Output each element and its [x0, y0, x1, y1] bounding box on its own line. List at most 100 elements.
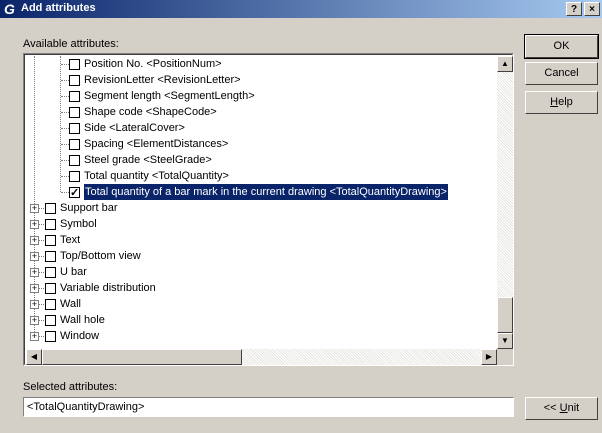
- attributes-tree[interactable]: Position No. <PositionNum> RevisionLetter…: [23, 53, 514, 366]
- tree-item[interactable]: Segment length <SegmentLength>: [26, 88, 497, 104]
- expand-plus-icon[interactable]: +: [30, 204, 39, 213]
- tree-connector: [61, 96, 69, 97]
- tree-group-label: Wall: [60, 298, 81, 310]
- tree-item-label: Total quantity of a bar mark in the curr…: [83, 183, 449, 201]
- tree-group[interactable]: + Window: [26, 328, 497, 344]
- title-bar: G Add attributes ? ×: [0, 0, 602, 18]
- tree-connector: [61, 64, 69, 65]
- tree-group-label: Top/Bottom view: [60, 250, 141, 262]
- tree-group-label: Text: [60, 234, 81, 246]
- tree-group-label: Wall hole: [60, 314, 105, 326]
- tree-item-label: RevisionLetter <RevisionLetter>: [84, 74, 241, 86]
- tree-item-label: Segment length <SegmentLength>: [84, 90, 255, 102]
- expand-plus-icon[interactable]: +: [30, 300, 39, 309]
- tree-group[interactable]: + Wall: [26, 296, 497, 312]
- tree-group-label: U bar: [60, 266, 87, 278]
- tree-connector: [61, 128, 69, 129]
- scroll-down-button[interactable]: ▼: [497, 333, 513, 349]
- app-logo-icon: G: [4, 1, 15, 17]
- expand-plus-icon[interactable]: +: [30, 284, 39, 293]
- ok-button[interactable]: OK: [524, 34, 599, 59]
- tree-item[interactable]: Total quantity <TotalQuantity>: [26, 168, 497, 184]
- selected-attributes-label: Selected attributes:: [23, 381, 118, 393]
- tree-item[interactable]: Spacing <ElementDistances>: [26, 136, 497, 152]
- group-checkbox[interactable]: [45, 283, 56, 294]
- tree-group[interactable]: + Variable distribution: [26, 280, 497, 296]
- tree-item[interactable]: Total quantity of a bar mark in the curr…: [26, 183, 497, 201]
- tree-item-label: Shape code <ShapeCode>: [84, 106, 217, 118]
- expand-plus-icon[interactable]: +: [30, 252, 39, 261]
- tree-item-label: Total quantity <TotalQuantity>: [84, 170, 229, 182]
- tree-item[interactable]: Steel grade <SteelGrade>: [26, 152, 497, 168]
- unit-button[interactable]: << Unit: [525, 397, 598, 420]
- tree-connector: [39, 336, 44, 337]
- attribute-checkbox[interactable]: [69, 155, 80, 166]
- scroll-left-button[interactable]: ◀: [26, 349, 42, 365]
- tree-connector: [61, 192, 69, 193]
- tree-connector: [39, 224, 44, 225]
- group-checkbox[interactable]: [45, 267, 56, 278]
- tree-item[interactable]: Position No. <PositionNum>: [26, 56, 497, 72]
- attribute-checkbox[interactable]: [69, 123, 80, 134]
- tree-item[interactable]: RevisionLetter <RevisionLetter>: [26, 72, 497, 88]
- scroll-up-button[interactable]: ▲: [497, 56, 513, 72]
- group-checkbox[interactable]: [45, 251, 56, 262]
- group-checkbox[interactable]: [45, 331, 56, 342]
- tree-group[interactable]: + Wall hole: [26, 312, 497, 328]
- group-checkbox[interactable]: [45, 203, 56, 214]
- horizontal-scroll-track[interactable]: [242, 349, 481, 365]
- tree-connector: [39, 208, 44, 209]
- attribute-checkbox[interactable]: [69, 139, 80, 150]
- scroll-corner: [497, 349, 513, 365]
- tree-group-label: Variable distribution: [60, 282, 156, 294]
- expand-plus-icon[interactable]: +: [30, 220, 39, 229]
- tree-connector: [61, 112, 69, 113]
- tree-connector: [61, 80, 69, 81]
- tree-item-label: Steel grade <SteelGrade>: [84, 154, 212, 166]
- tree-item[interactable]: Side <LateralCover>: [26, 120, 497, 136]
- selected-attributes-field[interactable]: <TotalQuantityDrawing>: [23, 397, 514, 417]
- tree-item[interactable]: Shape code <ShapeCode>: [26, 104, 497, 120]
- expand-plus-icon[interactable]: +: [30, 236, 39, 245]
- close-button[interactable]: ×: [584, 2, 600, 16]
- tree-group-label: Symbol: [60, 218, 97, 230]
- tree-item-label: Position No. <PositionNum>: [84, 58, 222, 70]
- cancel-button[interactable]: Cancel: [525, 62, 598, 85]
- tree-connector: [39, 256, 44, 257]
- available-attributes-label: Available attributes:: [23, 38, 119, 50]
- tree-connector: [61, 176, 69, 177]
- group-checkbox[interactable]: [45, 235, 56, 246]
- expand-plus-icon[interactable]: +: [30, 316, 39, 325]
- tree-item-label: Spacing <ElementDistances>: [84, 138, 229, 150]
- attribute-checkbox[interactable]: [69, 107, 80, 118]
- tree-group[interactable]: + Support bar: [26, 200, 497, 216]
- group-checkbox[interactable]: [45, 299, 56, 310]
- tree-group[interactable]: + U bar: [26, 264, 497, 280]
- tree-connector: [61, 144, 69, 145]
- tree-group-label: Support bar: [60, 202, 118, 214]
- help-title-button[interactable]: ?: [566, 2, 582, 16]
- vertical-scroll-track[interactable]: [497, 72, 513, 333]
- tree-connector: [39, 288, 44, 289]
- attribute-checkbox[interactable]: [69, 91, 80, 102]
- tree-connector: [39, 320, 44, 321]
- attribute-checkbox[interactable]: [69, 185, 80, 201]
- expand-plus-icon[interactable]: +: [30, 268, 39, 277]
- vertical-scroll-thumb[interactable]: [497, 297, 513, 333]
- tree-group-label: Window: [60, 330, 100, 342]
- attribute-checkbox[interactable]: [69, 75, 80, 86]
- help-button[interactable]: Help: [525, 91, 598, 114]
- window-title: Add attributes: [21, 2, 96, 14]
- tree-group[interactable]: + Symbol: [26, 216, 497, 232]
- attribute-checkbox[interactable]: [69, 59, 80, 70]
- scroll-right-button[interactable]: ▶: [481, 349, 497, 365]
- tree-group[interactable]: + Text: [26, 232, 497, 248]
- group-checkbox[interactable]: [45, 219, 56, 230]
- tree-item-label: Side <LateralCover>: [84, 122, 185, 134]
- tree-connector: [39, 272, 44, 273]
- tree-group[interactable]: + Top/Bottom view: [26, 248, 497, 264]
- group-checkbox[interactable]: [45, 315, 56, 326]
- horizontal-scroll-thumb[interactable]: [42, 349, 242, 365]
- attribute-checkbox[interactable]: [69, 171, 80, 182]
- expand-plus-icon[interactable]: +: [30, 332, 39, 341]
